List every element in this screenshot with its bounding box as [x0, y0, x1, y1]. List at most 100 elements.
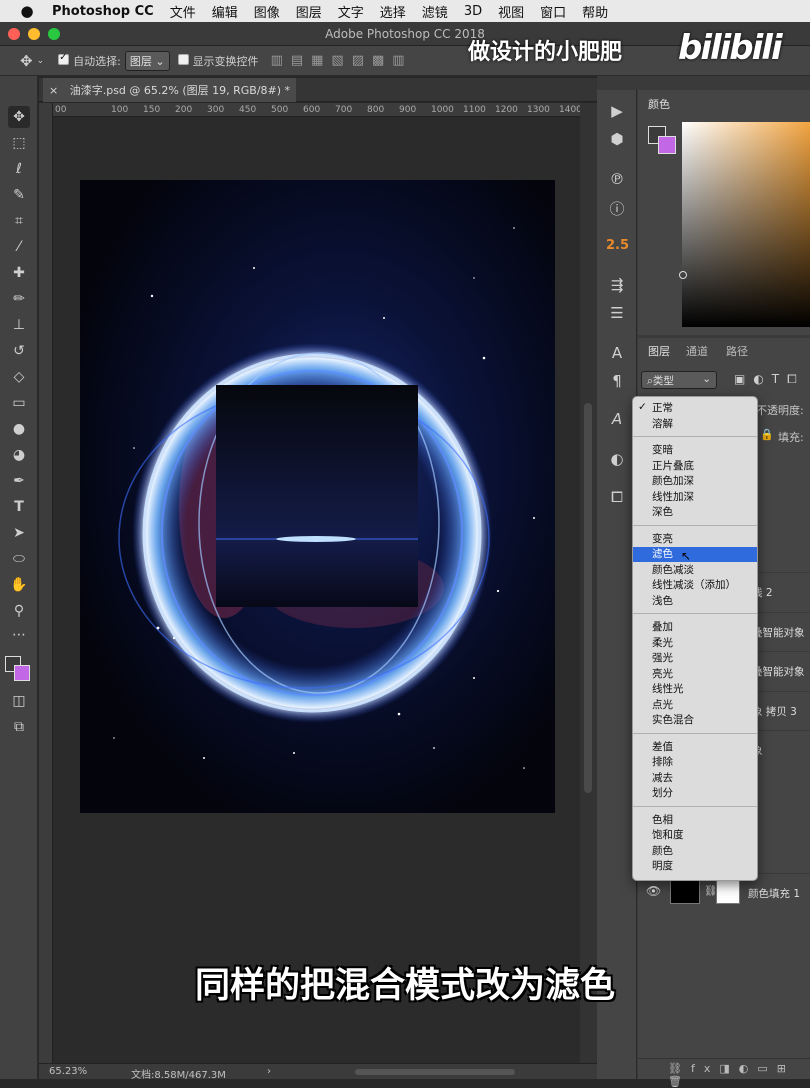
3d-panel-icon[interactable]: ⬢	[606, 130, 628, 148]
layer-footer-icons[interactable]: ⛓fx◨◐▭⊞🗑	[638, 1058, 810, 1088]
tool-preset-chevron-icon[interactable]: ⌄	[37, 56, 45, 66]
blend-mode-option[interactable]: 颜色	[633, 844, 757, 859]
menu-file[interactable]: 文件	[170, 2, 196, 21]
blend-mode-option[interactable]: 实色混合	[633, 713, 757, 728]
canvas-scrollbar[interactable]	[580, 103, 597, 1063]
version-badge[interactable]: 2.5	[606, 238, 629, 253]
app-menu[interactable]: Photoshop CC	[52, 4, 154, 19]
color-picker-marker[interactable]	[679, 271, 687, 279]
blend-mode-option[interactable]: 饱和度	[633, 828, 757, 843]
blend-mode-option[interactable]: 滤色	[633, 547, 757, 562]
tab-layers[interactable]: 图层	[648, 343, 670, 359]
blend-mode-option[interactable]: 排除	[633, 755, 757, 770]
blend-mode-option[interactable]: 正常	[633, 401, 757, 416]
more-tools-icon[interactable]: ⋯	[8, 624, 30, 646]
blend-mode-option[interactable]: 亮光	[633, 667, 757, 682]
apple-icon[interactable]: ●	[14, 2, 40, 20]
gradient-tool-icon[interactable]: ▭	[8, 392, 30, 414]
menu-help[interactable]: 帮助	[582, 2, 608, 21]
eye-icon[interactable]: 👁	[646, 884, 661, 898]
blend-mode-option[interactable]: 线性加深	[633, 490, 757, 505]
blend-mode-option[interactable]: 点光	[633, 698, 757, 713]
menu-layer[interactable]: 图层	[296, 2, 322, 21]
screen-mode-icon[interactable]: ⧉	[8, 716, 30, 738]
path-select-tool-icon[interactable]: ➤	[8, 522, 30, 544]
color-field[interactable]	[682, 122, 810, 327]
document-tab[interactable]: × 油漆字.psd @ 65.2% (图层 19, RGB/8#) *	[43, 78, 297, 102]
blend-mode-option[interactable]: 差值	[633, 740, 757, 755]
auto-select-checkbox[interactable]	[58, 52, 73, 67]
menu-window[interactable]: 窗口	[540, 2, 566, 21]
scrollbar-thumb[interactable]	[584, 403, 592, 793]
blend-mode-option[interactable]: 变亮	[633, 532, 757, 547]
hand-tool-icon[interactable]: ✋	[8, 574, 30, 596]
blend-mode-option[interactable]: 线性光	[633, 682, 757, 697]
artwork-canvas[interactable]	[54, 118, 580, 1063]
blend-mode-option[interactable]: 正片叠底	[633, 459, 757, 474]
menu-select[interactable]: 选择	[380, 2, 406, 21]
eyedropper-tool-icon[interactable]: ⁄	[8, 236, 30, 258]
blend-mode-option[interactable]: 叠加	[633, 620, 757, 635]
tab-channels[interactable]: 通道	[686, 343, 708, 359]
history-brush-tool-icon[interactable]: ↺	[8, 340, 30, 362]
adjustments-icon[interactable]: ⇶	[606, 276, 628, 294]
paragraph-style-icon[interactable]: ℗	[606, 170, 628, 188]
canvas-area[interactable]	[54, 118, 580, 1063]
blend-mode-option[interactable]: 明度	[633, 859, 757, 874]
styles-icon[interactable]: ◐	[606, 450, 628, 468]
crop-tool-icon[interactable]: ⌗	[8, 210, 30, 232]
blend-mode-option[interactable]: 深色	[633, 505, 757, 520]
tab-paths[interactable]: 路径	[726, 343, 748, 359]
color-panel-tab[interactable]: 颜色	[648, 96, 670, 112]
bg-color-swatch[interactable]	[658, 136, 676, 154]
show-transform-checkbox[interactable]	[177, 54, 193, 67]
brush-tool-icon[interactable]: ✏	[8, 288, 30, 310]
blend-mode-option[interactable]: 划分	[633, 786, 757, 801]
lasso-tool-icon[interactable]: ℓ	[8, 158, 30, 180]
layer-filter-icons[interactable]: ▣◐T⧠	[734, 372, 805, 387]
blend-mode-option[interactable]: 溶解	[633, 417, 757, 432]
blend-mode-option[interactable]: 减去	[633, 771, 757, 786]
eraser-tool-icon[interactable]: ◇	[8, 366, 30, 388]
close-tab-icon[interactable]: ×	[49, 84, 58, 97]
dodge-tool-icon[interactable]: ◕	[8, 444, 30, 466]
move-tool-icon[interactable]: ✥	[8, 106, 30, 128]
blend-mode-option[interactable]: 颜色加深	[633, 474, 757, 489]
color-swatches[interactable]	[5, 656, 31, 682]
character-icon[interactable]: A	[606, 344, 628, 362]
clone-source-icon[interactable]: ⧠	[606, 488, 628, 506]
menu-3d[interactable]: 3D	[464, 4, 482, 19]
blend-mode-option[interactable]: 浅色	[633, 594, 757, 609]
lock-icon[interactable]: 🔒	[760, 428, 774, 441]
blend-mode-option[interactable]: 变暗	[633, 443, 757, 458]
menu-view[interactable]: 视图	[498, 2, 524, 21]
menu-type[interactable]: 文字	[338, 2, 364, 21]
blend-mode-option[interactable]: 强光	[633, 651, 757, 666]
zoom-tool-icon[interactable]: ⚲	[8, 600, 30, 622]
healing-tool-icon[interactable]: ✚	[8, 262, 30, 284]
type-tool-icon[interactable]: T	[8, 496, 30, 518]
layer-filter-select[interactable]: ⌕类型 ⌄	[641, 371, 717, 389]
paragraph-icon[interactable]: ¶	[606, 372, 628, 390]
marquee-tool-icon[interactable]: ⬚	[8, 132, 30, 154]
play-action-icon[interactable]: ▶	[606, 102, 628, 120]
blur-tool-icon[interactable]: ●	[8, 418, 30, 440]
auto-select-dropdown[interactable]: 图层 ⌄	[124, 50, 170, 71]
align-icons[interactable]: ▥▤▦▧▨▩▥	[271, 53, 413, 68]
info-icon[interactable]: ⓘ	[606, 198, 628, 219]
move-tool-icon[interactable]: ✥	[20, 52, 33, 70]
menu-edit[interactable]: 编辑	[212, 2, 238, 21]
blend-mode-option[interactable]: 线性减淡（添加）	[633, 578, 757, 593]
horizontal-scrollbar[interactable]	[355, 1069, 515, 1075]
stamp-tool-icon[interactable]: ⊥	[8, 314, 30, 336]
blend-mode-option[interactable]: 色相	[633, 813, 757, 828]
quick-mask-icon[interactable]: ◫	[8, 690, 30, 712]
pen-tool-icon[interactable]: ✒	[8, 470, 30, 492]
menu-filter[interactable]: 滤镜	[422, 2, 448, 21]
blend-mode-option[interactable]: 颜色减淡	[633, 563, 757, 578]
glyphs-icon[interactable]: A	[606, 410, 628, 428]
properties-icon[interactable]: ☰	[606, 304, 628, 322]
status-menu-arrow[interactable]: ›	[267, 1066, 271, 1077]
zoom-level[interactable]: 65.23%	[49, 1066, 87, 1077]
blend-mode-option[interactable]: 柔光	[633, 636, 757, 651]
